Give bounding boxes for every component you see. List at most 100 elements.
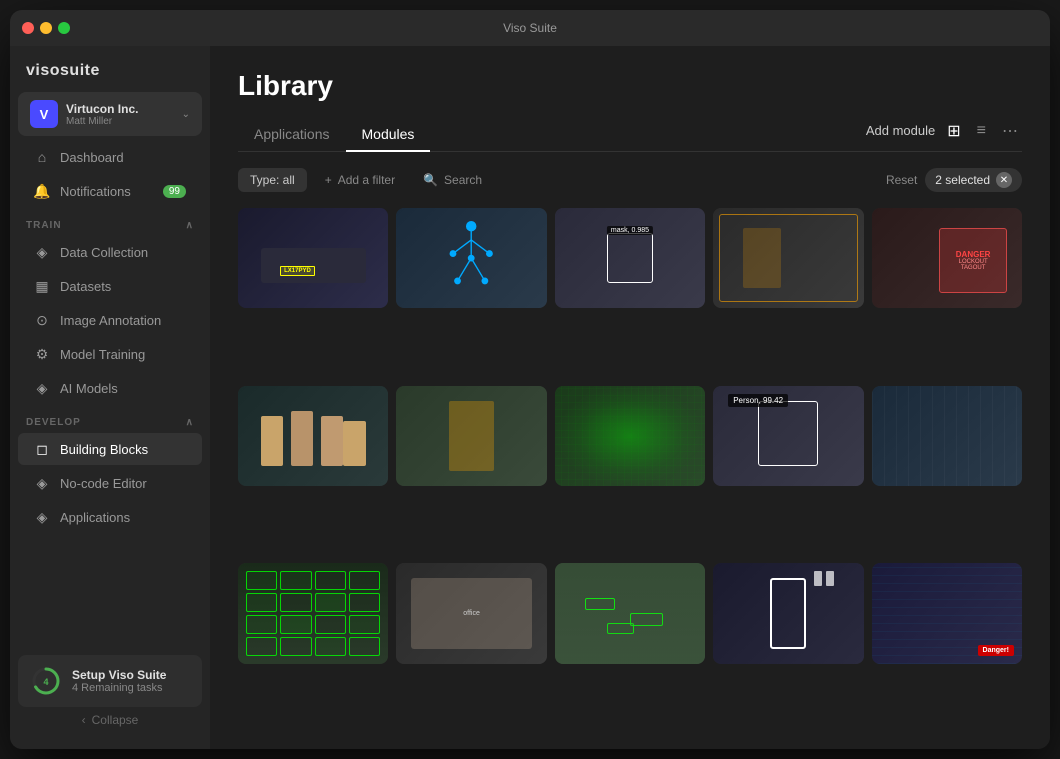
user-name: Matt Miller [66,116,182,127]
sidebar-item-model-training[interactable]: ⚙ Model Training [18,338,202,370]
search-filter[interactable]: 🔍 Search [413,168,492,192]
search-icon: 🔍 [423,173,438,187]
grid-view-icon: ⊞ [947,123,960,140]
module-item-13[interactable] [555,563,705,663]
setup-progress-ring: 4 [30,665,62,697]
module-item-7[interactable] [396,386,546,486]
grid-view-button[interactable]: ⊞ [943,119,964,143]
sidebar-item-applications[interactable]: ◈ Applications [18,501,202,533]
traffic-lights [22,22,70,34]
module-item-9[interactable]: Person, 99.42 [713,386,863,486]
search-label: Search [444,173,482,187]
svg-text:4: 4 [43,677,48,687]
clear-selection-button[interactable]: ✕ [996,172,1012,188]
sidebar-item-label: Datasets [60,279,111,294]
sidebar-item-label: Data Collection [60,245,148,260]
window-title: Viso Suite [503,21,557,35]
section-train: TRAIN ∧ [10,208,210,235]
chevron-down-icon: ⌄ [182,109,190,120]
setup-card[interactable]: 4 Setup Viso Suite 4 Remaining tasks [18,655,202,707]
sidebar-item-data-collection[interactable]: ◈ Data Collection [18,236,202,268]
sidebar-item-notifications[interactable]: 🔔 Notifications 99 [18,175,202,207]
sidebar-bottom: 4 Setup Viso Suite 4 Remaining tasks ‹ C… [10,647,210,741]
sidebar-item-datasets[interactable]: ▦ Datasets [18,270,202,302]
tabs-toolbar: Applications Modules Add module ⊞ ≡ [238,118,1022,152]
sidebar-item-label: Applications [60,510,130,525]
sidebar-item-label: Building Blocks [60,442,148,457]
setup-subtitle: 4 Remaining tasks [72,682,166,694]
selected-count-label: 2 selected [935,173,990,187]
list-view-button[interactable]: ≡ [973,120,990,142]
sidebar-item-label: Image Annotation [60,313,161,328]
module-item-12[interactable]: office [396,563,546,663]
sidebar-item-ai-models[interactable]: ◈ AI Models [18,372,202,404]
filter-bar: Type: all + Add a filter 🔍 Search Reset … [238,168,1022,192]
building-blocks-icon: ◻ [34,441,50,457]
module-item-10[interactable] [872,386,1022,486]
titlebar: Viso Suite [10,10,1050,46]
main-panel: Library Applications Modules Add module … [210,46,1050,749]
page-title: Library [238,70,1022,102]
toolbar-right: Add module ⊞ ≡ ⋯ [866,119,1022,151]
datasets-icon: ▦ [34,278,50,294]
ai-models-icon: ◈ [34,380,50,396]
list-view-icon: ≡ [977,122,986,139]
plus-icon: + [325,173,332,187]
sidebar-item-label: No-code Editor [60,476,147,491]
bell-icon: 🔔 [34,183,50,199]
module-item-6[interactable] [238,386,388,486]
module-item-15[interactable]: Danger! [872,563,1022,663]
modules-grid: LX17PYD [238,208,1022,733]
add-filter-label: Add a filter [338,173,395,187]
account-info: Virtucon Inc. Matt Miller [66,102,182,127]
type-filter[interactable]: Type: all [238,168,307,192]
reset-button[interactable]: Reset [886,173,917,187]
collapse-label: Collapse [92,713,139,727]
tabs: Applications Modules [238,118,430,151]
module-item-2[interactable] [396,208,546,308]
sidebar-item-label: Dashboard [60,150,124,165]
add-module-button[interactable]: Add module [866,123,935,138]
sidebar-item-label: Model Training [60,347,145,362]
develop-collapse-icon[interactable]: ∧ [186,417,194,428]
training-icon: ⚙ [34,346,50,362]
close-button[interactable] [22,22,34,34]
sidebar-item-image-annotation[interactable]: ⊙ Image Annotation [18,304,202,336]
tab-modules[interactable]: Modules [346,118,431,152]
notification-badge: 99 [163,185,186,198]
sidebar-item-dashboard[interactable]: ⌂ Dashboard [18,141,202,173]
company-name: Virtucon Inc. [66,102,182,116]
module-item-3[interactable]: mask, 0.985 [555,208,705,308]
module-item-1[interactable]: LX17PYD [238,208,388,308]
sidebar-item-label: Notifications [60,184,131,199]
module-item-14[interactable] [713,563,863,663]
module-item-11[interactable] [238,563,388,663]
data-collection-icon: ◈ [34,244,50,260]
sidebar-item-label: AI Models [60,381,118,396]
minimize-button[interactable] [40,22,52,34]
maximize-button[interactable] [58,22,70,34]
collapse-icon[interactable]: ∧ [186,220,194,231]
setup-info: Setup Viso Suite 4 Remaining tasks [72,668,166,694]
no-code-icon: ◈ [34,475,50,491]
sidebar-item-no-code-editor[interactable]: ◈ No-code Editor [18,467,202,499]
add-filter-button[interactable]: + Add a filter [315,168,405,192]
module-item-8[interactable] [555,386,705,486]
collapse-button[interactable]: ‹ Collapse [18,707,202,733]
sidebar-item-building-blocks[interactable]: ◻ Building Blocks [18,433,202,465]
setup-title: Setup Viso Suite [72,668,166,682]
main-content: visosuite V Virtucon Inc. Matt Miller ⌄ … [10,46,1050,749]
type-filter-label: Type: all [250,173,295,187]
tab-applications[interactable]: Applications [238,118,346,152]
annotation-icon: ⊙ [34,312,50,328]
collapse-left-icon: ‹ [82,713,86,727]
dashboard-icon: ⌂ [34,149,50,165]
app-window: Viso Suite visosuite V Virtucon Inc. Mat… [10,10,1050,749]
more-options-button[interactable]: ⋯ [998,119,1022,143]
section-develop: DEVELOP ∧ [10,405,210,432]
module-item-5[interactable]: DANGER LOCKOUT TAGOUT [872,208,1022,308]
applications-icon: ◈ [34,509,50,525]
account-switcher[interactable]: V Virtucon Inc. Matt Miller ⌄ [18,92,202,136]
more-icon: ⋯ [1002,123,1018,140]
module-item-4[interactable] [713,208,863,308]
